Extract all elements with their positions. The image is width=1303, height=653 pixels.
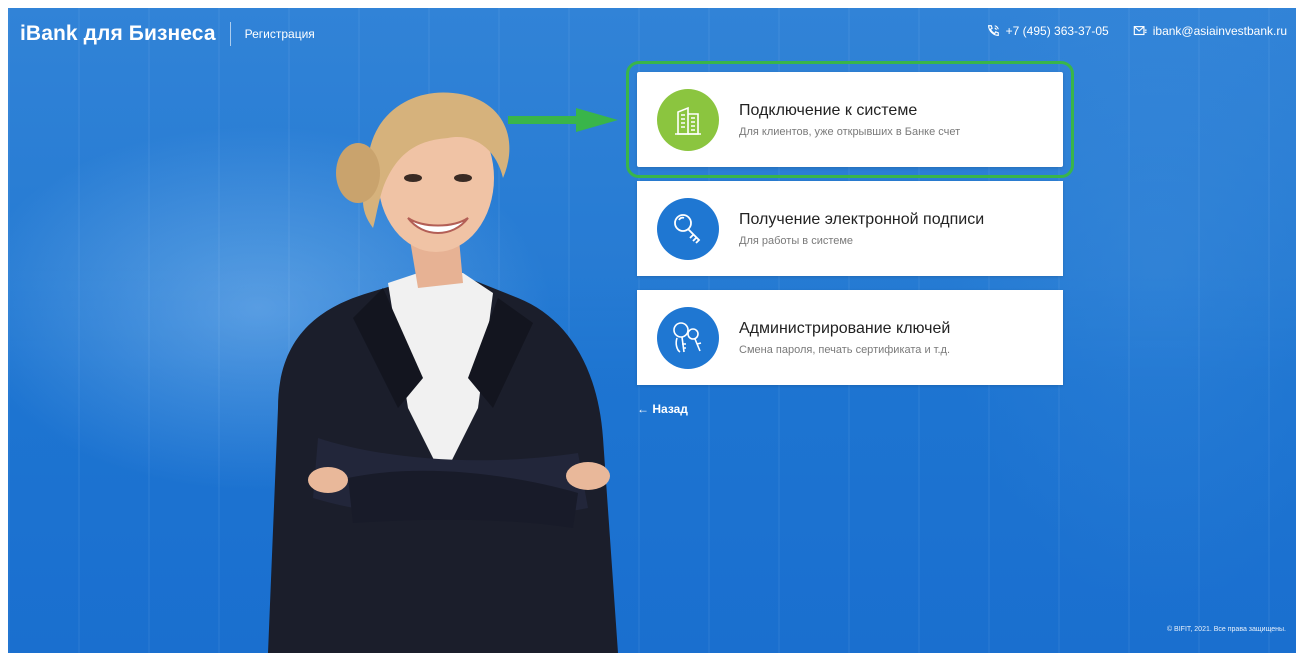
email-contact[interactable]: ibank@asiainvestbank.ru	[1133, 24, 1287, 38]
card-icon-wrap	[657, 88, 719, 151]
woman-photo	[268, 92, 618, 653]
card-icon-wrap	[657, 306, 719, 369]
card-title: Получение электронной подписи	[739, 210, 985, 228]
registration-options: Подключение к системе Для клиентов, уже …	[626, 61, 1074, 399]
card-key-admin[interactable]: Администрирование ключей Смена пароля, п…	[637, 290, 1063, 385]
card-title: Администрирование ключей	[739, 319, 951, 337]
building-icon	[675, 106, 701, 135]
pointer-arrow	[508, 108, 618, 132]
envelope-icon	[1133, 26, 1147, 36]
key-icon	[674, 213, 701, 244]
card-title: Подключение к системе	[739, 101, 918, 119]
phone-number: +7 (495) 363-37-05	[1005, 24, 1109, 38]
contacts: +7 (495) 363-37-05 ibank@asiainvestbank.…	[986, 24, 1287, 38]
brand-logo[interactable]: iBank для Бизнеса	[20, 22, 216, 46]
keys-icon	[673, 321, 702, 353]
card-icon-wrap	[657, 197, 719, 260]
card-text: Администрирование ключей Смена пароля, п…	[739, 320, 950, 356]
header-divider	[229, 22, 231, 46]
card-text: Подключение к системе Для клиентов, уже …	[739, 102, 960, 138]
app-window: iBank для Бизнеса Регистрация +7 (495) 3…	[8, 8, 1296, 653]
copyright: © BIFIT, 2021. Все права защищены.	[1166, 626, 1286, 633]
email-address: ibank@asiainvestbank.ru	[1152, 24, 1287, 38]
registration-link[interactable]: Регистрация	[245, 27, 315, 41]
card-connect-system[interactable]: Подключение к системе Для клиентов, уже …	[626, 61, 1074, 178]
header: iBank для Бизнеса Регистрация +7 (495) 3…	[8, 8, 1296, 60]
card-subtitle: Для клиентов, уже открывших в Банке счет	[739, 125, 961, 138]
phone-icon	[987, 25, 999, 36]
phone-contact[interactable]: +7 (495) 363-37-05	[986, 24, 1109, 38]
card-get-signature[interactable]: Получение электронной подписи Для работы…	[637, 181, 1063, 276]
card-subtitle: Смена пароля, печать сертификата и т.д.	[739, 343, 951, 356]
card-subtitle: Для работы в системе	[739, 234, 854, 247]
back-link[interactable]: ← Назад	[637, 402, 688, 416]
card-text: Получение электронной подписи Для работы…	[739, 211, 984, 247]
